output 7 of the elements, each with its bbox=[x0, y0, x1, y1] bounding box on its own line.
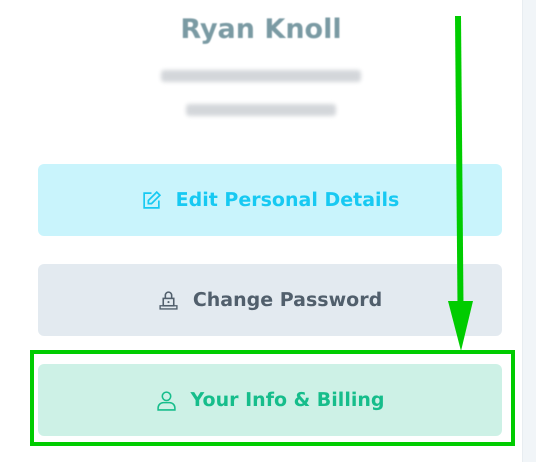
edit-icon bbox=[140, 190, 162, 210]
edit-details-button[interactable]: Edit Personal Details bbox=[38, 164, 502, 236]
change-password-button[interactable]: Change Password bbox=[38, 264, 502, 336]
info-billing-button[interactable]: Your Info & Billing bbox=[38, 364, 502, 436]
profile-name: Ryan Knoll bbox=[180, 13, 342, 47]
lock-icon bbox=[158, 290, 179, 310]
user-icon bbox=[156, 390, 177, 410]
